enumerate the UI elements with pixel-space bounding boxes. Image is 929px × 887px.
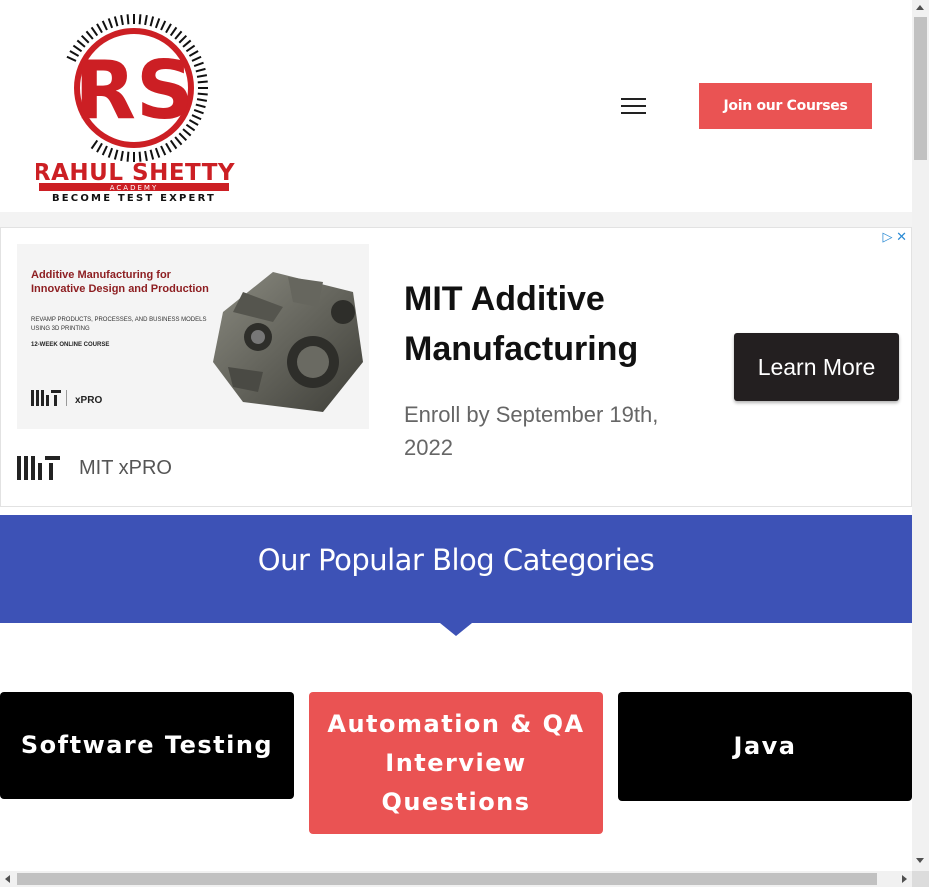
logo-name: RAHUL SHETTY — [36, 160, 235, 186]
blog-categories-banner: Our Popular Blog Categories — [0, 515, 912, 623]
blog-categories-title: Our Popular Blog Categories — [257, 543, 655, 577]
banner-pointer — [440, 623, 472, 636]
logo-tagline: BECOME TEST EXPERT — [52, 193, 216, 204]
ad-subtext: Enroll by September 19th, 2022 — [404, 402, 659, 460]
logo-ring-tick — [113, 16, 119, 27]
logo-sub: ACADEMY — [110, 184, 158, 192]
logo-ring-tick — [90, 139, 99, 150]
ad-brand-name[interactable]: MIT xPRO — [79, 457, 172, 480]
logo-ring-tick — [160, 145, 167, 156]
advertisement[interactable]: ▷ ✕ Additive Manufacturing for Innovativ… — [0, 227, 912, 507]
header-divider — [0, 212, 912, 228]
scrollbar-corner — [912, 871, 929, 887]
scroll-up-arrow-icon[interactable] — [916, 5, 924, 10]
category-card-java[interactable]: Java — [618, 692, 912, 801]
ad-image-title: Additive Manufacturing for Innovative De… — [31, 269, 209, 295]
logo-ring-tick — [107, 18, 114, 29]
logo-ring-tick — [101, 145, 108, 156]
learn-more-button[interactable]: Learn More — [734, 333, 899, 401]
horizontal-scroll-thumb[interactable] — [17, 873, 877, 885]
site-header: RS RAHUL SHETTY ACADEMY BECOME TEST EXPE… — [0, 0, 912, 212]
logo-ring-tick — [195, 103, 206, 109]
close-icon[interactable]: ✕ — [896, 229, 907, 244]
join-courses-button[interactable]: Join our Courses — [699, 83, 872, 129]
3d-printed-part-image — [213, 272, 363, 412]
logo-ring-tick — [144, 14, 148, 26]
logo-ring-tick — [165, 23, 172, 34]
mit-brand-logo-icon — [17, 456, 60, 480]
logo-ring-tick — [120, 14, 124, 26]
adchoices-icon[interactable]: ▷ — [882, 229, 892, 244]
ad-image[interactable]: Additive Manufacturing for Innovative De… — [17, 244, 369, 429]
logo-ring-tick — [107, 147, 114, 158]
scroll-right-arrow-icon[interactable] — [902, 875, 907, 883]
logo-ring-tick — [85, 30, 94, 40]
category-card-software-testing[interactable]: Software Testing — [0, 692, 294, 799]
site-logo[interactable]: RS RAHUL SHETTY ACADEMY BECOME TEST EXPE… — [36, 10, 236, 205]
logo-ring-tick — [196, 98, 208, 102]
hamburger-icon[interactable] — [621, 98, 646, 114]
logo-ring-tick — [174, 30, 183, 40]
logo-ring-tick — [138, 14, 142, 25]
logo-ring-tick — [193, 108, 204, 115]
horizontal-scrollbar[interactable] — [0, 871, 912, 887]
scroll-left-arrow-icon[interactable] — [5, 875, 10, 883]
logo-ring-tick — [149, 149, 155, 160]
logo-ring-tick — [80, 34, 90, 44]
logo-ring-tick — [195, 67, 206, 73]
logo-ring-tick — [169, 139, 178, 150]
vertical-scroll-thumb[interactable] — [914, 17, 927, 160]
logo-ring-tick — [126, 14, 130, 25]
logo-monogram: RS — [74, 44, 193, 137]
logo-ring-tick — [113, 149, 119, 160]
ad-image-brand: xPRO — [75, 395, 103, 406]
ad-headline[interactable]: MIT Additive Manufacturing — [404, 274, 694, 374]
ad-image-course: 12-WEEK ONLINE COURSE — [31, 342, 110, 348]
logo-ring-tick — [169, 26, 178, 37]
logo-ring-tick — [154, 147, 161, 158]
ad-image-subtitle: REVAMP PRODUCTS, PROCESSES, AND BUSINESS… — [31, 317, 207, 332]
logo-ring-tick — [197, 92, 208, 96]
logo-ring-tick — [193, 61, 204, 68]
category-card-automation-qa[interactable]: Automation & QA Interview Questions — [309, 692, 603, 834]
logo-ring-tick — [149, 16, 155, 27]
logo-ring-tick — [96, 142, 103, 153]
logo-ring-tick — [197, 80, 208, 84]
logo-ring-tick — [101, 20, 108, 31]
logo-ring-tick — [90, 26, 99, 37]
logo-ring-tick — [154, 18, 161, 29]
logo-ring-tick — [178, 34, 188, 44]
ad-controls[interactable]: ▷ ✕ — [882, 229, 907, 245]
vertical-scrollbar[interactable] — [912, 0, 929, 871]
logo-ring-tick — [196, 74, 208, 78]
page-viewport: RS RAHUL SHETTY ACADEMY BECOME TEST EXPE… — [0, 0, 912, 871]
logo-ring-tick — [174, 136, 183, 146]
logo-ring-tick — [165, 142, 172, 153]
logo-ring-tick — [96, 23, 103, 34]
scroll-down-arrow-icon[interactable] — [916, 858, 924, 863]
logo-ring-tick — [160, 20, 167, 31]
mit-logo-icon — [31, 390, 67, 406]
